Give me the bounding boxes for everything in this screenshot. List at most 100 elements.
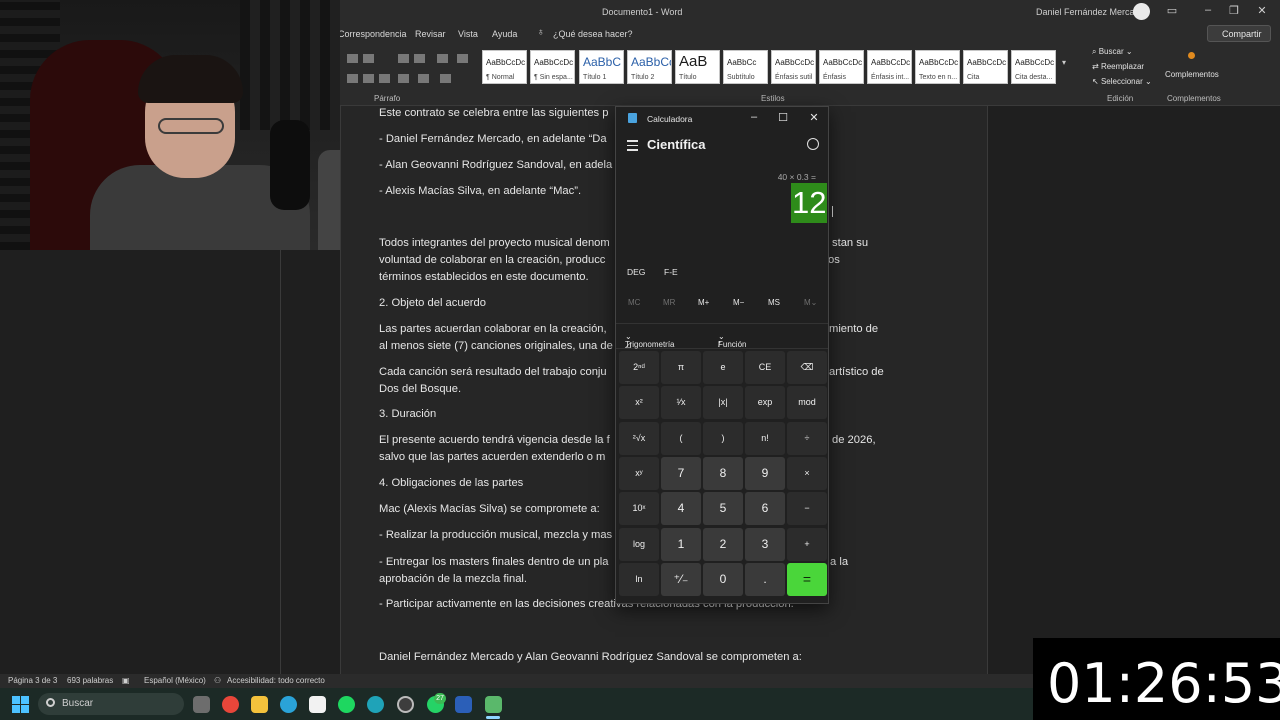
page-count[interactable]: Página 3 de 3 [8,676,57,685]
digit-6-button[interactable]: 6 [745,492,785,526]
capcut-icon[interactable] [309,696,326,713]
digit-8-button[interactable]: 8 [703,456,743,490]
document-line-fragment[interactable]: os [828,253,840,268]
digit-1-button[interactable]: 1 [661,527,701,561]
digit-4-button[interactable]: 4 [661,492,701,526]
style-item[interactable]: AaBbCcDc Texto en n... [915,50,960,84]
line-spacing-icon[interactable] [398,74,409,83]
style-item[interactable]: AaBbCc Subtítulo [723,50,768,84]
style-item[interactable]: AaBbCcDc ¶ Normal [482,50,527,84]
numbering-icon[interactable] [363,54,374,63]
share-button[interactable]: Compartir [1207,25,1271,42]
select-button[interactable]: ↖ Seleccionar ⌄ [1092,77,1152,86]
tab-vista[interactable]: Vista [458,29,478,39]
memory-subtract-button[interactable]: M− [733,298,744,307]
task-view-icon[interactable] [193,696,210,713]
digit-7-button[interactable]: 7 [661,456,701,490]
windows-start-icon[interactable] [12,696,29,713]
accessibility-status[interactable]: Accesibilidad: todo correcto [227,676,325,685]
edge-icon[interactable] [367,696,384,713]
find-button[interactable]: ⌕ Buscar ⌄ [1092,47,1133,57]
multiply-button[interactable]: × [787,456,827,490]
tell-me-box[interactable]: ¿Qué desea hacer? [553,29,633,39]
taskbar-search[interactable]: Buscar [38,693,184,715]
style-item[interactable]: AaBbCc Título 2 [627,50,672,84]
menu-icon[interactable] [627,140,638,154]
power-button[interactable]: xʸ [619,456,659,490]
document-line[interactable]: 3. Duración [379,407,436,422]
digit-0-button[interactable]: 0 [703,562,743,596]
tab-revisar[interactable]: Revisar [415,29,446,39]
tab-correspondencia[interactable]: Correspondencia [338,29,407,39]
document-line[interactable]: Dos del Bosque. [379,382,461,397]
document-line[interactable]: salvo que las partes acuerden extenderlo… [379,450,605,465]
add-button[interactable]: + [787,527,827,561]
tab-ayuda[interactable]: Ayuda [492,29,517,39]
decimal-button[interactable]: . [745,562,785,596]
document-line[interactable]: Todos integrantes del proyecto musical d… [379,236,610,251]
style-item[interactable]: AaBbCcDc Cita desta... [1011,50,1056,84]
addins-icon[interactable] [1188,52,1195,59]
replace-button[interactable]: ⇄ Reemplazar [1092,62,1144,71]
document-line[interactable]: El presente acuerdo tendrá vigencia desd… [379,433,610,448]
backspace-button[interactable]: ⌫ [787,351,827,384]
borders-icon[interactable] [440,74,451,83]
digit-5-button[interactable]: 5 [703,492,743,526]
sort-icon[interactable] [437,54,448,63]
document-line-fragment[interactable]: de 2026, [832,433,876,448]
proofing-icon[interactable]: ▣ [122,676,130,685]
avatar[interactable] [1133,3,1150,20]
subtract-button[interactable]: − [787,492,827,526]
function-button[interactable]: f Función ⌄ [718,332,746,349]
open-paren-button[interactable]: ( [661,421,701,455]
word-count[interactable]: 693 palabras [67,676,113,685]
document-line[interactable]: - Alexis Macías Silva, en adelante “Mac”… [379,184,581,199]
shading-icon[interactable] [418,74,429,83]
addins-button[interactable]: Complementos [1165,70,1219,79]
document-line[interactable]: Daniel Fernández Mercado y Alan Geovanni… [379,650,802,665]
document-line[interactable]: Las partes acuerdan colaborar en la crea… [379,322,607,337]
close-paren-button[interactable]: ) [703,421,743,455]
equals-button[interactable]: = [787,562,827,596]
memory-store-button[interactable]: MS [768,298,780,307]
square-button[interactable]: x² [619,386,659,420]
calculator-icon[interactable] [485,696,502,713]
document-line-fragment[interactable]: miento de [829,322,878,337]
document-line[interactable]: - Entregar los masters finales dentro de… [379,555,608,570]
paragraph-mark-icon[interactable] [457,54,468,63]
document-line[interactable]: Mac (Alexis Macías Silva) se compromete … [379,502,600,517]
file-explorer-icon[interactable] [251,696,268,713]
ribbon-display-icon[interactable]: ▭ [1164,4,1180,17]
memory-add-button[interactable]: M+ [698,298,709,307]
style-item[interactable]: AaBbCcDc Énfasis int... [867,50,912,84]
memory-recall-button[interactable]: MR [663,298,675,307]
calculator-window[interactable]: Calculadora – ☐ ✕ Científica 40 × 0.3 = … [615,106,833,604]
spotify-icon[interactable] [338,696,355,713]
digit-2-button[interactable]: 2 [703,527,743,561]
style-item[interactable]: AaB Título [675,50,720,84]
style-item[interactable]: AaBbC Título 1 [579,50,624,84]
mod-button[interactable]: mod [787,386,827,420]
history-icon[interactable] [807,138,819,150]
align-center-icon[interactable] [347,74,358,83]
document-line[interactable]: Este contrato se celebra entre las sigui… [379,106,608,121]
exp-button[interactable]: exp [745,386,785,420]
document-line[interactable]: 2. Objeto del acuerdo [379,296,486,311]
absolute-button[interactable]: |x| [703,386,743,420]
memory-list-button[interactable]: M⌄ [804,298,817,307]
justify-icon[interactable] [379,74,390,83]
style-item[interactable]: AaBbCcDc Énfasis sutil [771,50,816,84]
decrease-indent-icon[interactable] [398,54,409,63]
document-line-fragment[interactable]: a la [830,555,848,570]
word-icon[interactable] [455,696,472,713]
account-name[interactable]: Daniel Fernández Mercado [1036,7,1145,17]
document-line[interactable]: Cada canción será resultado del trabajo … [379,365,607,380]
chrome-icon[interactable] [222,696,239,713]
pi-button[interactable]: π [661,351,701,384]
divide-button[interactable]: ÷ [787,421,827,455]
document-line[interactable]: voluntad de colaborar en la creación, pr… [379,253,605,268]
fe-button[interactable]: F-E [664,267,678,277]
document-line-fragment[interactable]: artístico de [829,365,884,380]
document-line[interactable]: 4. Obligaciones de las partes [379,476,523,491]
log-button[interactable]: log [619,527,659,561]
